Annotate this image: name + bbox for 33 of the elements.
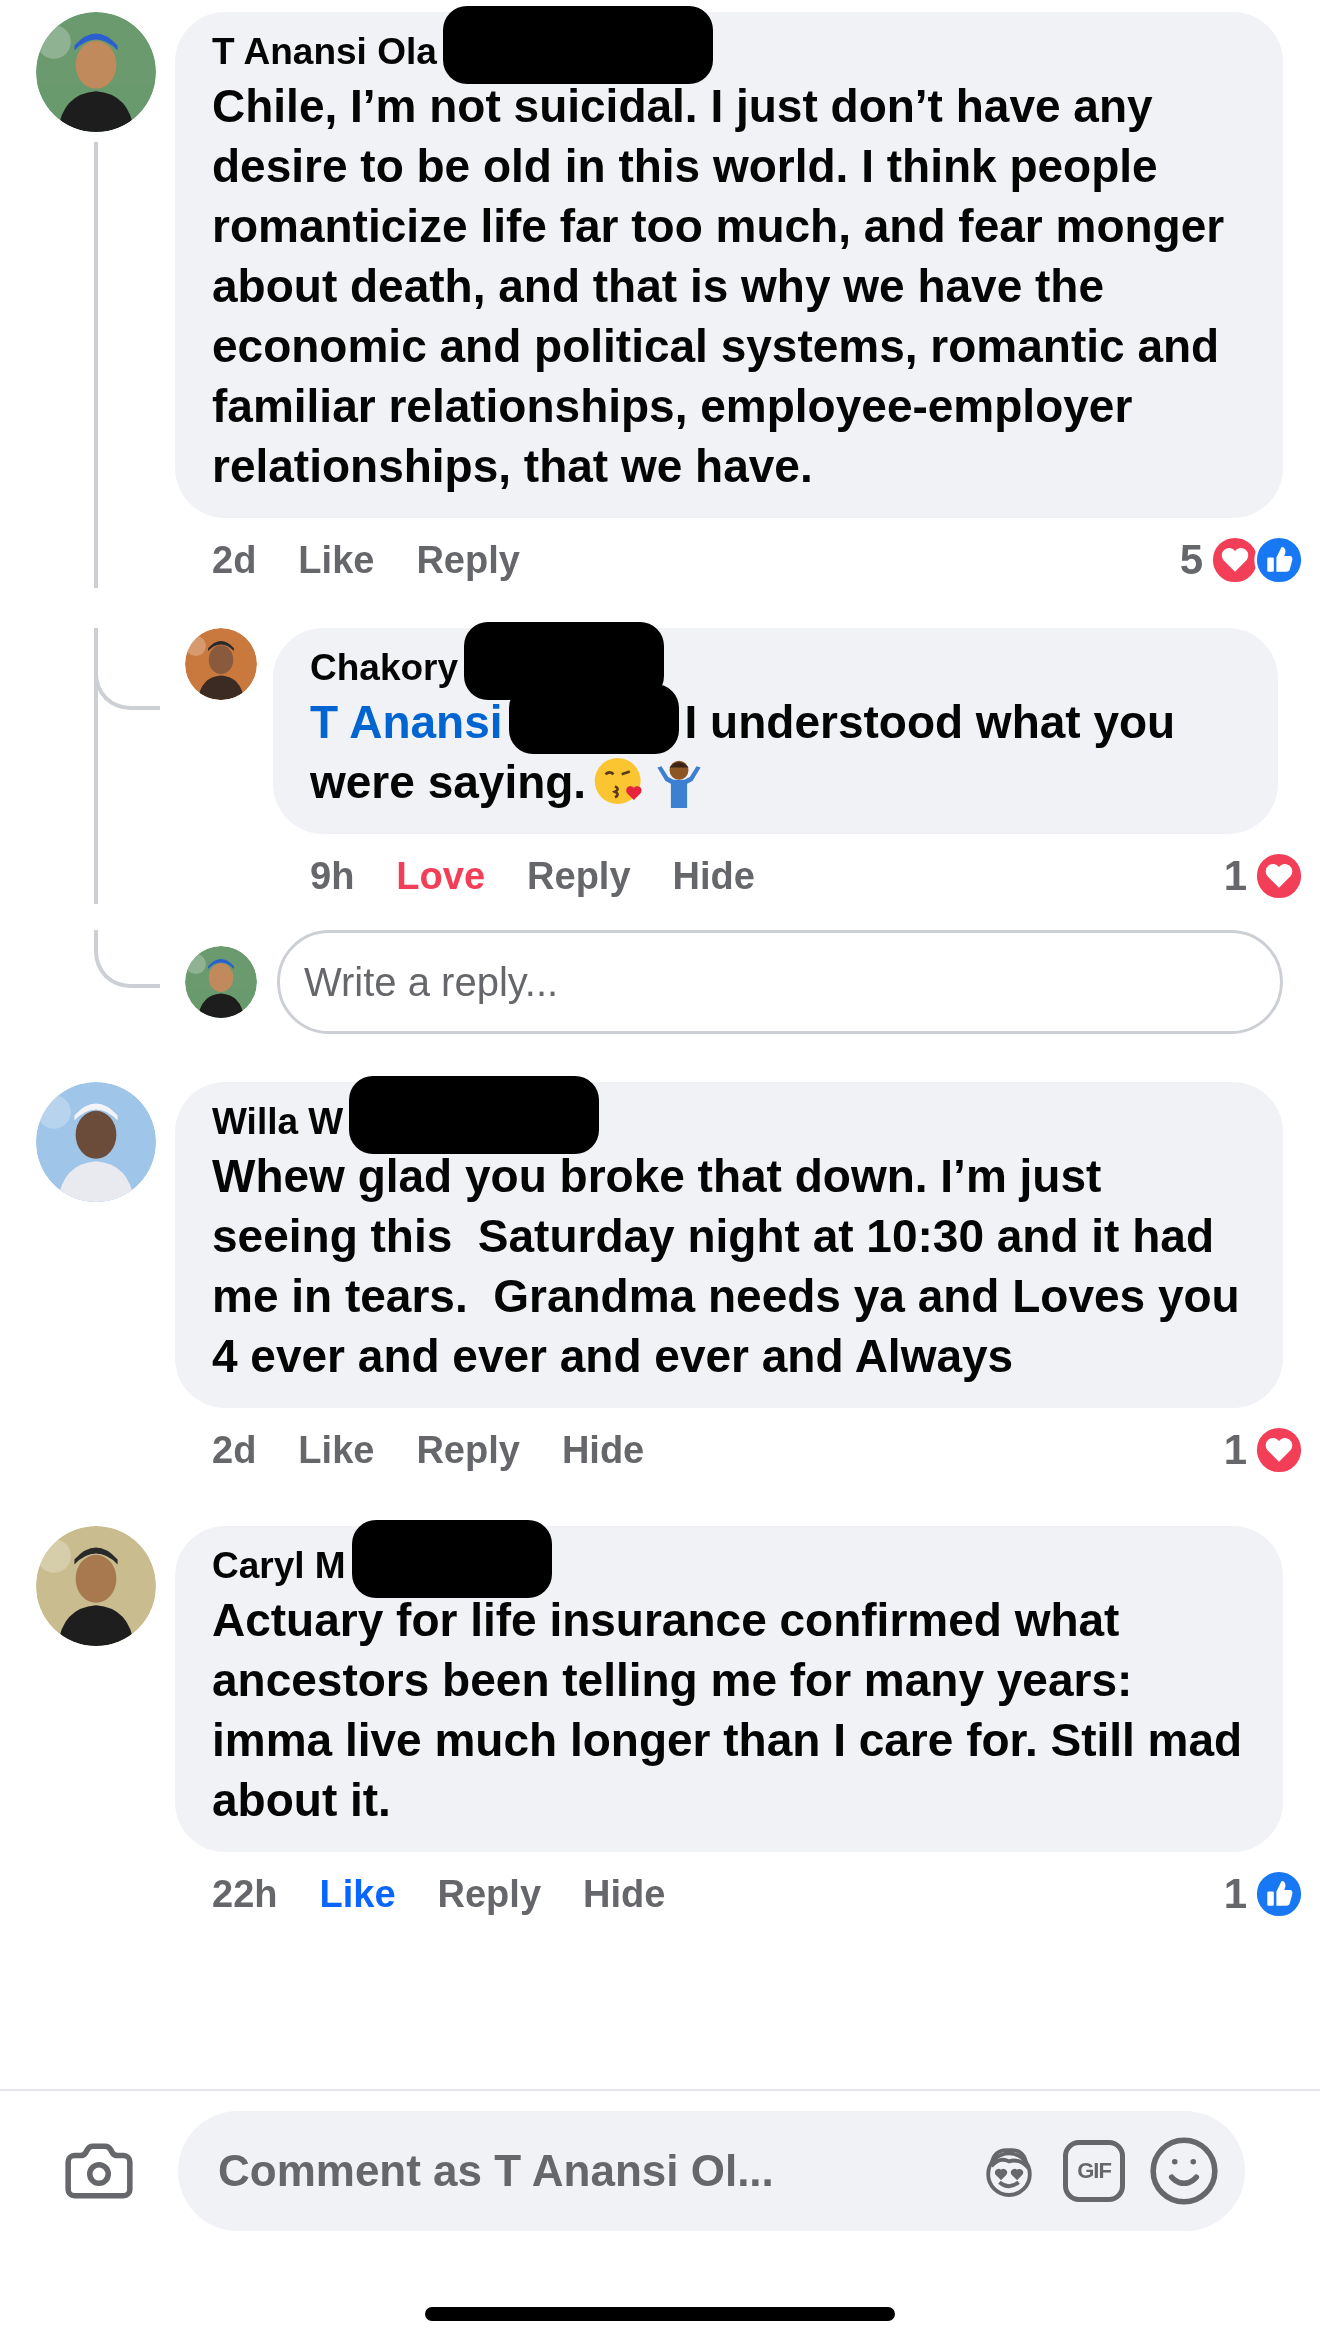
comment-text: Chile, I’m not suicidal. I just don’t have any desire to be old in this world. I think people romanticize life far too much, and fear monger about death, and that is why we have the economic and political systems, romantic and familiar relationships, employee-employer relationships, that we have. xyxy=(212,79,1226,494)
smiley-icon[interactable] xyxy=(1147,2134,1221,2208)
like-button[interactable]: Like xyxy=(319,1866,396,1922)
reply-button[interactable]: Reply xyxy=(527,848,631,904)
reaction-count: 1 xyxy=(1223,1426,1247,1474)
reply-input-field[interactable]: Write a reply... xyxy=(277,930,1283,1034)
timestamp: 2d xyxy=(212,1428,257,1473)
reply-text: T Anansi I understood what you were saying. xyxy=(310,692,1241,812)
gif-button[interactable]: GIF xyxy=(1063,2140,1125,2202)
timestamp: 9h xyxy=(310,854,355,899)
author-name[interactable]: Caryl M xyxy=(212,1542,346,1590)
comment-input-field[interactable]: Comment as T Anansi Ol... GIF xyxy=(178,2111,1245,2231)
reaction-count: 1 xyxy=(1223,852,1247,900)
author-name[interactable]: T Anansi Ola xyxy=(212,28,437,76)
reaction-count: 1 xyxy=(1223,1870,1247,1918)
thread-connector xyxy=(94,930,160,988)
hide-button[interactable]: Hide xyxy=(672,848,755,904)
timestamp: 22h xyxy=(212,1872,278,1917)
mention-link[interactable]: T Anansi xyxy=(310,696,503,748)
reply-button[interactable]: Reply xyxy=(437,1866,541,1922)
reaction-count: 5 xyxy=(1179,536,1203,584)
reply-button[interactable]: Reply xyxy=(416,1422,520,1478)
like-button[interactable]: Like xyxy=(298,1422,375,1478)
like-button[interactable]: Like xyxy=(298,532,375,588)
timestamp: 2d xyxy=(212,538,257,583)
reply-button[interactable]: Reply xyxy=(416,532,520,588)
hide-button[interactable]: Hide xyxy=(561,1422,645,1478)
hide-button[interactable]: Hide xyxy=(583,1866,666,1922)
author-name[interactable]: Willa W xyxy=(212,1098,344,1146)
comment-text: Whew glad you broke that down. I’m just seeing this Saturday night at 10:30 and it had me in tears. Grandma needs ya and Loves you 4 ever and ever and ever and Always xyxy=(212,1149,1241,1384)
comment-text: Actuary for life insurance confirmed what ancestors been telling me for many years: imma live much longer than I care for. Still mad about it. xyxy=(212,1593,1244,1828)
love-button[interactable]: Love xyxy=(396,848,486,904)
author-name[interactable]: Chakory xyxy=(310,644,459,692)
